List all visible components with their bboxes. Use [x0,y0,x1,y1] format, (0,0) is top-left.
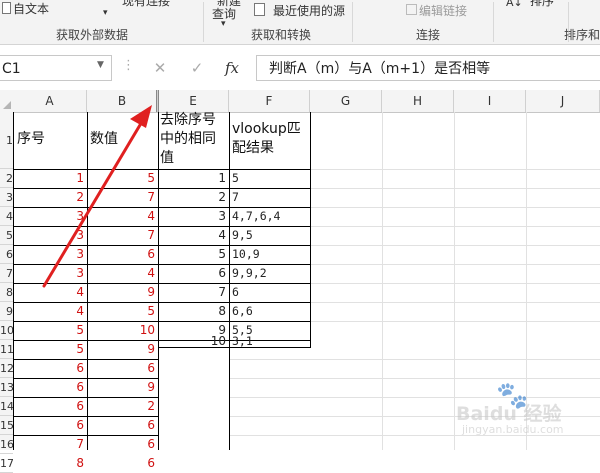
watermark-text: Baidu 经验 [456,403,562,425]
baidu-watermark: 🐾 Baidu 经验 jingyan.baidu.com [440,381,600,445]
watermark-url: jingyan.baidu.com [462,423,564,436]
cell-a-17[interactable]: 8 [14,456,87,470]
row-header-17[interactable]: 17 [0,454,13,473]
cell-b-17[interactable]: 6 [88,456,158,470]
